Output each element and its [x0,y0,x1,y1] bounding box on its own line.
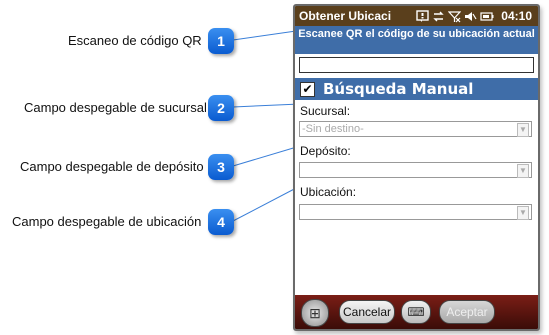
callout-label-deposito: Campo despegable de depósito [20,159,204,174]
chevron-down-icon[interactable]: ▼ [517,164,529,178]
chevron-down-icon[interactable]: ▼ [517,123,529,137]
clock: 04:10 [501,9,532,23]
sucursal-dropdown[interactable]: -Sin destino- ▼ [299,121,532,137]
volume-mute-icon[interactable] [464,10,477,23]
callout-label-ubicacion: Campo despegable de ubicación [12,214,202,229]
battery-icon[interactable] [480,10,494,23]
accept-button[interactable]: Aceptar [439,300,495,324]
callout-label-sucursal: Campo despegable de sucursal [24,100,207,115]
manual-search-section[interactable]: ✔ Búsqueda Manual [295,78,538,100]
qr-scan-header: Escanee QR el código de su ubicación act… [295,26,538,54]
deposito-label: Depósito: [300,144,351,158]
notification-icon[interactable] [416,9,429,23]
bottom-bar: ⊞ Cancelar ⌨ Aceptar [295,295,538,329]
no-signal-icon[interactable] [448,10,461,23]
sucursal-value: -Sin destino- [302,123,364,135]
windows-start-icon[interactable]: ⊞ [301,299,329,327]
status-icons [416,9,494,23]
device-screen: Obtener Ubicaci 04:10 Escanee QR el códi… [293,4,540,331]
deposito-dropdown[interactable]: ▼ [299,162,532,178]
ubicacion-dropdown[interactable]: ▼ [299,204,532,220]
manual-search-checkbox[interactable]: ✔ [300,81,315,97]
cancel-button[interactable]: Cancelar [339,300,395,324]
status-bar: Obtener Ubicaci 04:10 [295,6,538,26]
callout-badge-3: 3 [208,154,234,180]
window-title: Obtener Ubicaci [299,9,392,23]
qr-code-input[interactable] [299,57,534,73]
chevron-down-icon[interactable]: ▼ [517,206,529,220]
manual-search-label: Búsqueda Manual [323,80,474,98]
sucursal-label: Sucursal: [300,104,351,118]
sync-icon[interactable] [432,10,445,23]
callout-badge-1: 1 [208,28,234,54]
keyboard-icon[interactable]: ⌨ [401,300,431,324]
ubicacion-label: Ubicación: [300,185,357,199]
callout-badge-4: 4 [208,209,234,235]
callout-badge-2: 2 [208,95,234,121]
callout-label-qr: Escaneo de código QR [68,33,202,48]
